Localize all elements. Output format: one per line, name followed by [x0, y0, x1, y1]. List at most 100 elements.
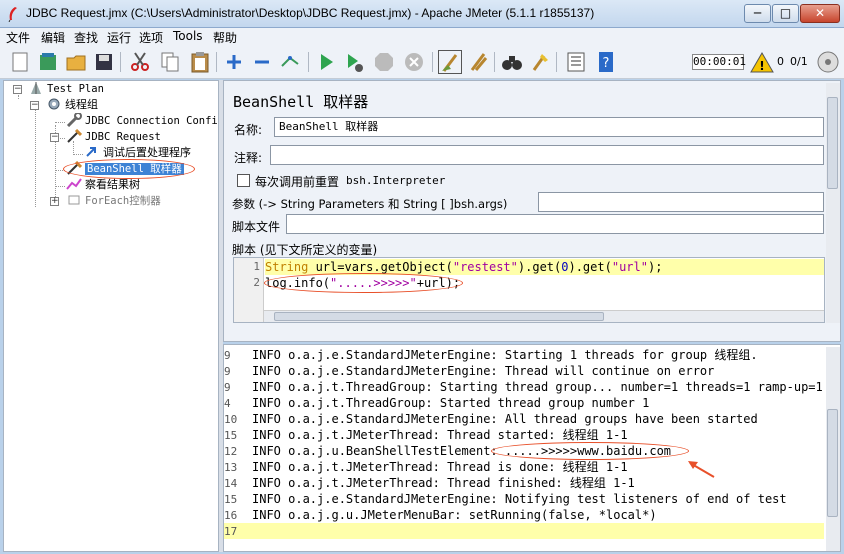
log-line-number: 9	[224, 365, 231, 378]
open-icon[interactable]	[64, 50, 88, 74]
tree-item-view-results-tree[interactable]: 察看结果树	[66, 177, 140, 193]
log-line: 9 INFO o.a.j.e.StandardJMeterEngine: Thre…	[224, 363, 824, 379]
tree-item-test-plan[interactable]: Test Plan	[28, 81, 104, 97]
editor-horizontal-scrollbar[interactable]	[264, 310, 824, 322]
sampler-editor-panel: BeanShell 取样器 名称: BeanShell 取样器 注释: 每次调用…	[223, 80, 841, 342]
expand-add-icon[interactable]	[222, 50, 246, 74]
scroll-thumb[interactable]	[827, 97, 838, 189]
code-token: );	[647, 260, 663, 274]
maximize-button[interactable]: □	[772, 4, 799, 23]
page-title: BeanShell 取样器	[233, 93, 369, 111]
stop-icon[interactable]	[372, 50, 396, 74]
reset-search-icon[interactable]	[528, 50, 552, 74]
annotation-circle	[491, 442, 689, 460]
templates-icon[interactable]	[36, 50, 60, 74]
annotation-circle	[264, 273, 463, 293]
log-message: INFO o.a.j.e.StandardJMeterEngine: All t…	[252, 412, 758, 426]
editor-panel-scrollbar[interactable]	[826, 83, 840, 323]
collapse-remove-icon[interactable]	[250, 50, 274, 74]
save-icon[interactable]	[92, 50, 116, 74]
log-line: 9 INFO o.a.j.t.ThreadGroup: Starting thre…	[224, 379, 824, 395]
script-file-field[interactable]	[286, 214, 824, 234]
log-line-number: 15	[224, 429, 238, 442]
script-file-label: 脚本文件	[232, 220, 281, 234]
gear-icon	[48, 98, 60, 110]
shutdown-icon[interactable]	[402, 50, 426, 74]
close-button[interactable]: ✕	[800, 4, 840, 23]
expand-toggle[interactable]: −	[50, 133, 59, 142]
function-helper-icon[interactable]	[564, 50, 588, 74]
scroll-thumb[interactable]	[827, 409, 838, 517]
menu-options[interactable]: 选项	[139, 29, 163, 46]
log-line: 9 INFO o.a.j.e.StandardJMeterEngine: Star…	[224, 347, 824, 363]
code-token: ).get(	[568, 260, 612, 274]
params-field[interactable]	[538, 192, 824, 212]
log-message: INFO o.a.j.e.StandardJMeterEngine: Start…	[252, 348, 758, 362]
menu-run[interactable]: 运行	[107, 29, 131, 46]
expand-toggle[interactable]: −	[13, 85, 22, 94]
log-line: 10 INFO o.a.j.e.StandardJMeterEngine: All…	[224, 411, 824, 427]
log-line: 4 INFO o.a.j.t.ThreadGroup: Started threa…	[224, 395, 824, 411]
expand-toggle[interactable]: +	[50, 197, 59, 206]
tree-item-foreach-controller[interactable]: ForEach控制器	[66, 193, 161, 209]
paste-icon[interactable]	[188, 50, 212, 74]
scroll-thumb[interactable]	[274, 312, 604, 321]
clear-all-icon[interactable]	[466, 50, 490, 74]
cut-icon[interactable]	[128, 50, 152, 74]
log-line-number: 13	[224, 461, 238, 474]
log-line-number: 4	[224, 397, 231, 410]
log-line-number: 10	[224, 413, 238, 426]
menu-help[interactable]: 帮助	[213, 29, 237, 46]
minimize-button[interactable]: ─	[744, 4, 771, 23]
log-line: 13 INFO o.a.j.t.JMeterThread: Thread is d…	[224, 459, 824, 475]
test-plan-icon	[31, 82, 41, 94]
pipette-icon	[67, 129, 82, 143]
reset-label: 每次调用前重置	[255, 175, 340, 189]
search-binoculars-icon[interactable]	[500, 50, 524, 74]
log-message: INFO o.a.j.t.JMeterThread: Thread is don…	[252, 460, 628, 474]
menu-search[interactable]: 查找	[74, 29, 98, 46]
clear-icon[interactable]	[438, 50, 462, 74]
menu-file[interactable]: 文件	[6, 29, 30, 46]
menu-tools[interactable]: Tools	[173, 29, 203, 43]
svg-text:!: !	[759, 59, 764, 73]
code-token: url=vars.getObject(	[308, 260, 453, 274]
log-line-number: 9	[224, 381, 231, 394]
log-line-number: 14	[224, 477, 238, 490]
code-token: String	[265, 260, 309, 274]
name-field[interactable]: BeanShell 取样器	[274, 117, 824, 137]
reset-interpreter-checkbox[interactable]	[237, 174, 250, 187]
remote-status-icon[interactable]	[816, 50, 840, 74]
log-line: 15 INFO o.a.j.t.JMeterThread: Thread star…	[224, 427, 824, 443]
log-line-number: 16	[224, 509, 238, 522]
title-bar: JDBC Request.jmx (C:\Users\Administrator…	[0, 0, 844, 28]
log-line: 16 INFO o.a.j.g.u.JMeterMenuBar: setRunni…	[224, 507, 824, 523]
log-message: INFO o.a.j.t.ThreadGroup: Started thread…	[252, 396, 650, 410]
log-message: INFO o.a.j.e.StandardJMeterEngine: Threa…	[252, 364, 715, 378]
toggle-icon[interactable]	[278, 50, 302, 74]
svg-text:?: ?	[603, 56, 610, 71]
menu-edit[interactable]: 编辑	[41, 29, 65, 46]
params-label: 参数 (-> String Parameters 和 String [ ]bsh…	[232, 197, 508, 211]
tree-item-jdbc-connection-config[interactable]: JDBC Connection Configuration	[66, 113, 218, 129]
annotation-circle	[63, 159, 195, 179]
start-no-pause-icon[interactable]	[342, 50, 366, 74]
log-line-number: 15	[224, 493, 238, 506]
expand-toggle[interactable]: −	[30, 101, 39, 110]
script-editor[interactable]: 1 2 String url=vars.getObject("restest")…	[233, 257, 825, 323]
start-icon[interactable]	[314, 50, 338, 74]
log-scrollbar[interactable]	[826, 347, 840, 551]
tree-item-jdbc-request[interactable]: JDBC Request	[66, 129, 161, 145]
copy-icon[interactable]	[158, 50, 182, 74]
help-icon[interactable]: ?	[594, 50, 618, 74]
log-message: INFO o.a.j.e.StandardJMeterEngine: Notif…	[252, 492, 787, 506]
comment-field[interactable]	[270, 145, 824, 165]
code-token: "restest"	[452, 260, 518, 274]
tree-item-thread-group[interactable]: 线程组	[46, 97, 98, 113]
annotation-arrow-icon	[688, 461, 715, 478]
log-line-number: 9	[224, 349, 231, 362]
warning-icon[interactable]: !	[750, 51, 774, 75]
log-message: INFO o.a.j.t.JMeterThread: Thread finish…	[252, 476, 635, 490]
warning-count: 0	[777, 55, 784, 68]
new-icon[interactable]	[8, 50, 32, 74]
